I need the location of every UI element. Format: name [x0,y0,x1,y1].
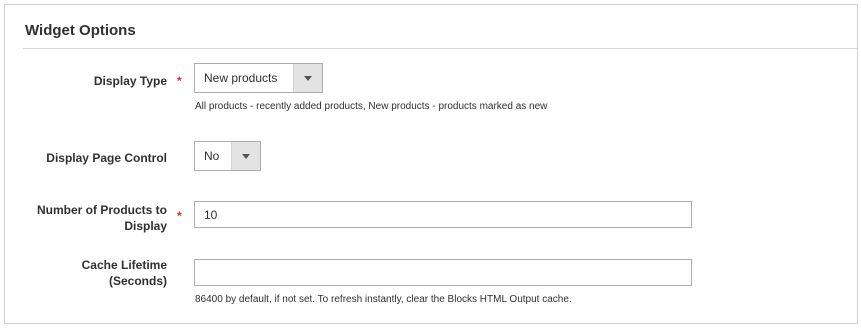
display-type-select[interactable]: New products [194,63,323,93]
chevron-down-icon [231,142,260,170]
chevron-down-icon [293,64,322,92]
display-type-note: All products - recently added products, … [195,101,548,112]
cache-lifetime-label-line2: (Seconds) [108,274,167,288]
page-control-select[interactable]: No [194,141,261,171]
num-products-label: Number of Products to Display [37,202,167,234]
num-products-label-line2: Display [124,219,167,233]
cache-lifetime-note: 86400 by default, if not set. To refresh… [195,294,572,305]
page-control-label: Display Page Control [46,151,167,165]
section-divider [23,48,857,49]
num-products-value: 10 [204,207,218,222]
widget-options-panel: Widget Options Display Type * New produc… [4,4,858,324]
num-products-label-line1: Number of Products to [36,203,167,217]
display-type-label: Display Type [93,74,167,88]
display-type-required-mark: * [177,74,182,88]
cache-lifetime-label-line1: Cache Lifetime [81,258,167,272]
section-title: Widget Options [25,22,136,39]
cache-lifetime-label: Cache Lifetime (Seconds) [82,257,167,289]
page-control-value: No [204,149,220,163]
cache-lifetime-input[interactable] [194,259,692,286]
display-type-value: New products [204,71,278,85]
num-products-required-mark: * [177,209,182,223]
num-products-input[interactable]: 10 [194,201,692,228]
